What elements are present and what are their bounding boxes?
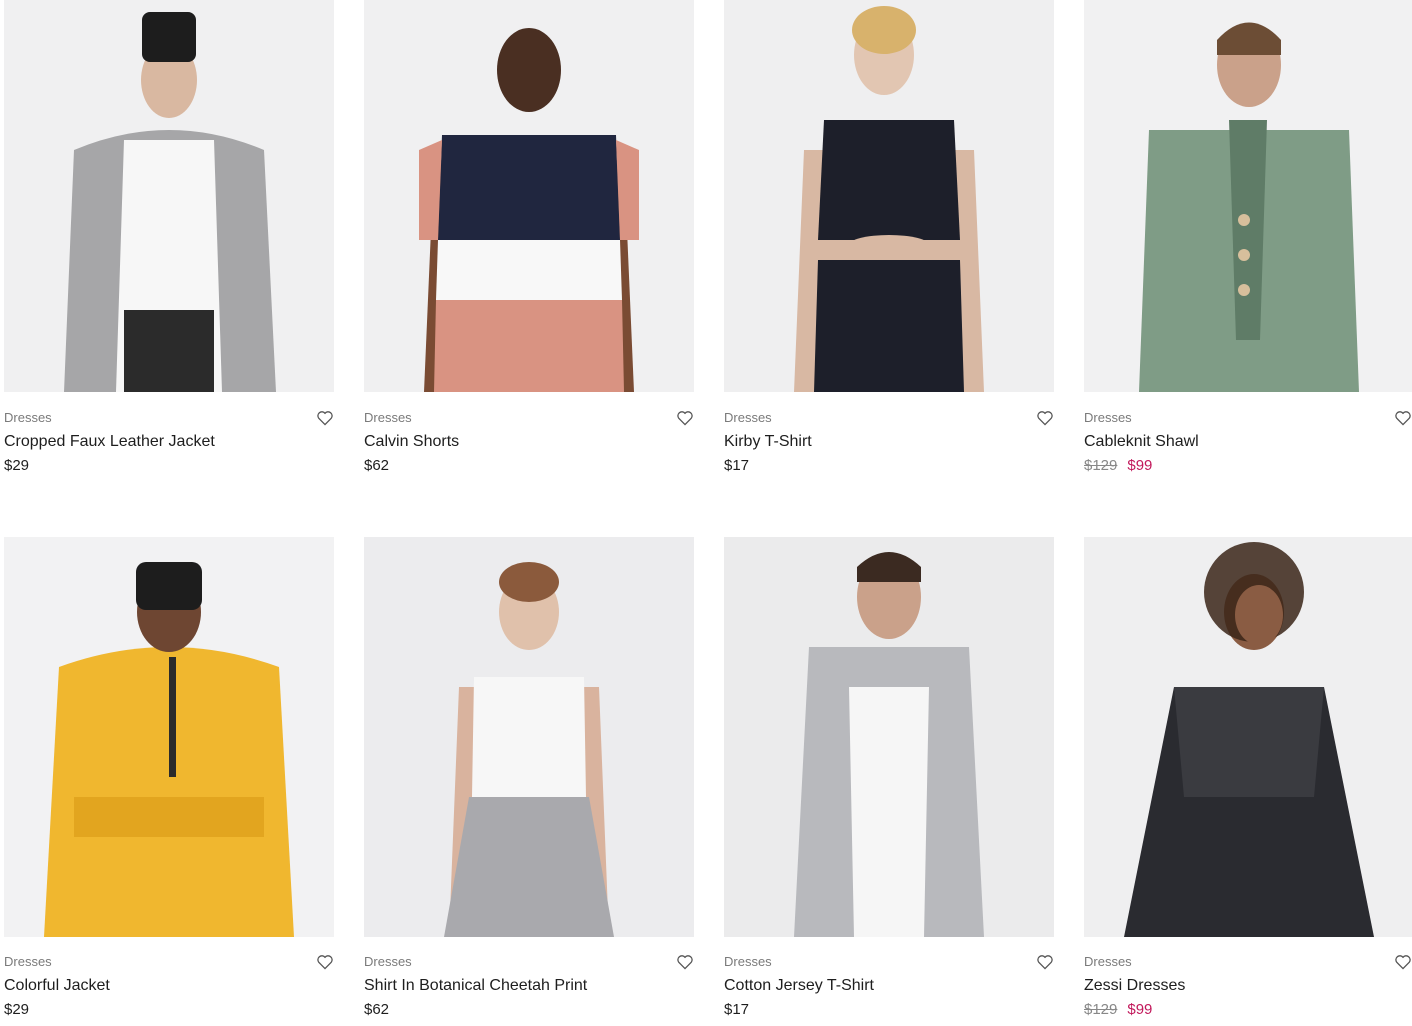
product-title[interactable]: Cotton Jersey T-Shirt: [724, 977, 874, 995]
product-category: Dresses: [1084, 410, 1132, 425]
heart-icon[interactable]: [676, 954, 694, 970]
price: $29: [4, 457, 30, 474]
product-card[interactable]: Dresses Kirby T-Shirt $17: [724, 0, 1054, 480]
product-image[interactable]: [364, 537, 694, 937]
product-card[interactable]: Dresses Cableknit Shawl $129 $99: [1084, 0, 1412, 480]
product-price: $29: [4, 1001, 29, 1018]
heart-icon[interactable]: [676, 410, 694, 426]
product-image[interactable]: [1084, 537, 1412, 937]
product-category: Dresses: [364, 954, 412, 969]
product-card[interactable]: Dresses Colorful Jacket $29: [4, 537, 334, 1026]
product-title[interactable]: Kirby T-Shirt: [724, 433, 812, 451]
product-price: $62: [364, 457, 389, 474]
product-title[interactable]: Zessi Dresses: [1084, 977, 1185, 995]
product-image[interactable]: [724, 537, 1054, 937]
product-category: Dresses: [1084, 954, 1132, 969]
product-category: Dresses: [724, 410, 772, 425]
product-card[interactable]: Dresses Zessi Dresses $129 $99: [1084, 537, 1412, 1026]
product-card[interactable]: Dresses Cotton Jersey T-Shirt $17: [724, 537, 1054, 1026]
product-title[interactable]: Shirt In Botanical Cheetah Print: [364, 977, 587, 995]
product-price: $29: [4, 457, 29, 474]
original-price: $129: [1084, 457, 1118, 474]
heart-icon[interactable]: [316, 954, 334, 970]
product-image[interactable]: [1084, 0, 1412, 392]
product-title[interactable]: Calvin Shorts: [364, 433, 459, 451]
product-price: $17: [724, 457, 749, 474]
product-card[interactable]: Dresses Shirt In Botanical Cheetah Print…: [364, 537, 694, 1026]
product-image[interactable]: [364, 0, 694, 392]
heart-icon[interactable]: [1036, 954, 1054, 970]
product-price: $17: [724, 1001, 749, 1018]
product-card[interactable]: Dresses Cropped Faux Leather Jacket $29: [4, 0, 334, 480]
product-price: $62: [364, 1001, 389, 1018]
product-title[interactable]: Cropped Faux Leather Jacket: [4, 433, 215, 451]
product-image[interactable]: [4, 0, 334, 392]
original-price: $129: [1084, 1001, 1118, 1018]
price: $17: [724, 457, 750, 474]
product-image[interactable]: [4, 537, 334, 937]
product-price: $129 $99: [1084, 457, 1152, 474]
product-price: $129 $99: [1084, 1001, 1152, 1018]
product-category: Dresses: [724, 954, 772, 969]
sale-price: $99: [1127, 1001, 1153, 1018]
heart-icon[interactable]: [1394, 410, 1412, 426]
product-category: Dresses: [364, 410, 412, 425]
product-category: Dresses: [4, 410, 52, 425]
heart-icon[interactable]: [316, 410, 334, 426]
product-card[interactable]: Dresses Calvin Shorts $62: [364, 0, 694, 480]
product-title[interactable]: Colorful Jacket: [4, 977, 110, 995]
product-image[interactable]: [724, 0, 1054, 392]
price: $62: [364, 1001, 390, 1018]
price: $17: [724, 1001, 750, 1018]
sale-price: $99: [1127, 457, 1153, 474]
heart-icon[interactable]: [1036, 410, 1054, 426]
heart-icon[interactable]: [1394, 954, 1412, 970]
price: $29: [4, 1001, 30, 1018]
price: $62: [364, 457, 390, 474]
product-title[interactable]: Cableknit Shawl: [1084, 433, 1199, 451]
product-category: Dresses: [4, 954, 52, 969]
